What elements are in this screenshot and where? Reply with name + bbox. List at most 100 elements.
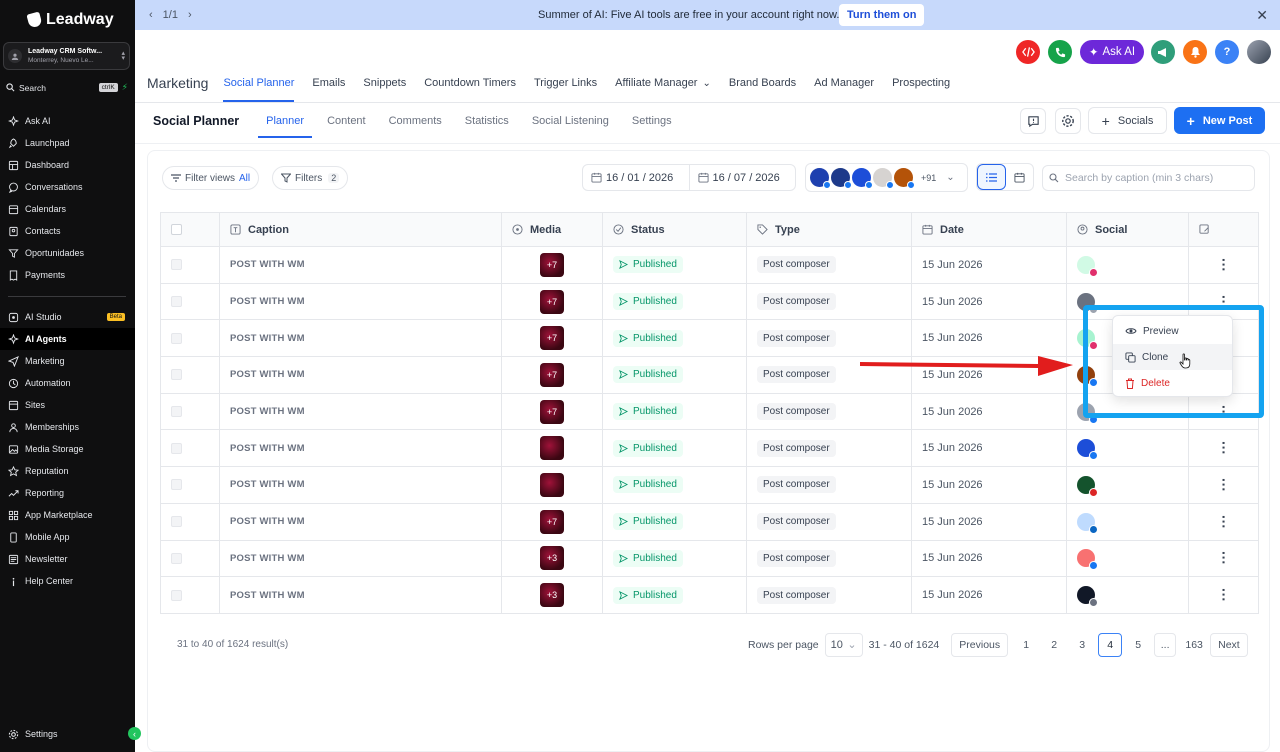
date-from[interactable]: 16 / 01 / 2026 — [583, 165, 689, 190]
date-range-picker[interactable]: 16 / 01 / 2026 16 / 07 / 2026 — [582, 164, 796, 191]
tab-brand-boards[interactable]: Brand Boards — [729, 72, 796, 94]
row-checkbox[interactable] — [171, 442, 182, 454]
page-5[interactable]: 5 — [1126, 633, 1150, 657]
more-vertical-icon[interactable]: ··· — [1216, 441, 1232, 455]
table-row[interactable]: POST WITH WM +7 Published Post composer 15 J… — [160, 503, 1259, 541]
sidebar-item-calendars[interactable]: Calendars — [0, 198, 135, 220]
tab-snippets[interactable]: Snippets — [363, 72, 406, 94]
phone-icon[interactable] — [1048, 40, 1072, 64]
col-status[interactable]: Status — [602, 212, 747, 247]
tab-prospecting[interactable]: Prospecting — [892, 72, 950, 94]
media-thumbnail[interactable]: +3 — [540, 583, 564, 608]
accounts-selector[interactable]: +91 ⌄ — [805, 163, 968, 192]
sidebar-item-oportunidades[interactable]: Oportunidades — [0, 242, 135, 264]
more-vertical-icon[interactable]: ··· — [1216, 588, 1232, 602]
more-vertical-icon[interactable]: ··· — [1216, 551, 1232, 565]
close-icon[interactable]: ✕ — [1256, 7, 1268, 24]
sidebar-item-ask-ai[interactable]: Ask AI — [0, 110, 135, 132]
col-caption[interactable]: Caption — [219, 212, 502, 247]
sidebar-item-automation[interactable]: Automation — [0, 372, 135, 394]
media-thumbnail[interactable]: +7 — [540, 289, 564, 314]
tab-content[interactable]: Content — [327, 110, 366, 132]
filter-views-button[interactable]: Filter views All — [162, 166, 260, 190]
table-row[interactable]: POST WITH WM +7 Published Post composer 15 J… — [160, 246, 1259, 284]
social-account-avatar[interactable] — [1077, 255, 1098, 277]
row-checkbox[interactable] — [171, 552, 182, 564]
col-type[interactable]: Type — [746, 212, 912, 247]
sidebar-item-marketing[interactable]: Marketing — [0, 350, 135, 372]
row-checkbox[interactable] — [171, 259, 182, 271]
col-date[interactable]: Date — [911, 212, 1067, 247]
social-account-avatar[interactable] — [1077, 475, 1098, 497]
list-view-button[interactable] — [977, 164, 1006, 190]
media-thumbnail[interactable] — [540, 436, 564, 461]
tab-comments[interactable]: Comments — [389, 110, 442, 132]
sidebar-item-reporting[interactable]: Reporting — [0, 482, 135, 504]
filters-button[interactable]: Filters 2 — [272, 166, 349, 190]
user-avatar[interactable] — [1247, 40, 1271, 64]
calendar-view-button[interactable] — [1006, 164, 1033, 190]
code-icon[interactable] — [1016, 40, 1040, 64]
tab-statistics[interactable]: Statistics — [465, 110, 509, 132]
select-all-checkbox[interactable] — [171, 224, 182, 235]
sidebar-item-help-center[interactable]: Help Center — [0, 570, 135, 592]
sidebar-item-conversations[interactable]: Conversations — [0, 176, 135, 198]
next-button[interactable]: Next — [1210, 632, 1248, 657]
media-thumbnail[interactable]: +7 — [540, 509, 564, 534]
tab-social-listening[interactable]: Social Listening — [532, 110, 609, 132]
sidebar-item-payments[interactable]: Payments — [0, 264, 135, 286]
row-checkbox[interactable] — [171, 296, 182, 308]
caption-search[interactable] — [1042, 165, 1255, 191]
sidebar-item-dashboard[interactable]: Dashboard — [0, 154, 135, 176]
chevron-left-icon[interactable]: ‹ — [149, 9, 153, 21]
media-thumbnail[interactable]: +7 — [540, 362, 564, 387]
page-ellipsis[interactable]: ... — [1154, 632, 1177, 657]
sidebar-item-media-storage[interactable]: Media Storage — [0, 438, 135, 460]
more-vertical-icon[interactable]: ··· — [1216, 478, 1232, 492]
settings-button[interactable] — [1055, 108, 1081, 134]
help-icon[interactable]: ? — [1215, 40, 1239, 64]
social-account-avatar[interactable] — [1077, 549, 1098, 571]
sidebar-item-memberships[interactable]: Memberships — [0, 416, 135, 438]
page-2[interactable]: 2 — [1042, 633, 1066, 657]
media-thumbnail[interactable] — [540, 472, 564, 497]
tab-emails[interactable]: Emails — [312, 72, 345, 94]
table-row[interactable]: POST WITH WM Published Post composer 15 Jun… — [160, 466, 1259, 504]
social-account-avatar[interactable] — [1077, 586, 1098, 608]
table-row[interactable]: POST WITH WM +3 Published Post composer 15 J… — [160, 576, 1259, 614]
tab-planner[interactable]: Planner — [258, 110, 312, 138]
sidebar-item-sites[interactable]: Sites — [0, 394, 135, 416]
sidebar-item-app-marketplace[interactable]: App Marketplace — [0, 504, 135, 526]
bolt-icon[interactable]: ⚡ — [122, 82, 128, 93]
collapse-sidebar-button[interactable]: ‹ — [128, 727, 141, 740]
sidebar-item-launchpad[interactable]: Launchpad — [0, 132, 135, 154]
row-checkbox[interactable] — [171, 589, 182, 601]
socials-button[interactable]: + Socials — [1088, 107, 1167, 134]
date-to[interactable]: 16 / 07 / 2026 — [688, 165, 796, 190]
media-thumbnail[interactable]: +3 — [540, 546, 564, 571]
tab-ad-manager[interactable]: Ad Manager — [814, 72, 874, 94]
table-row[interactable]: POST WITH WM Published Post composer 15 Jun… — [160, 429, 1259, 468]
turn-them-on-button[interactable]: Turn them on — [839, 4, 925, 26]
row-checkbox[interactable] — [171, 516, 182, 528]
sidebar-item-settings[interactable]: Settings — [0, 723, 135, 745]
megaphone-icon[interactable] — [1151, 40, 1175, 64]
tab-settings[interactable]: Settings — [632, 110, 672, 132]
ask-ai-button[interactable]: ✦ Ask AI — [1080, 40, 1144, 64]
chevron-right-icon[interactable]: › — [188, 9, 192, 21]
col-social[interactable]: Social — [1066, 212, 1189, 247]
sidebar-item-ai-agents[interactable]: AI Agents — [0, 328, 135, 350]
page-4[interactable]: 4 — [1098, 632, 1123, 657]
more-vertical-icon[interactable]: ··· — [1216, 515, 1232, 529]
table-row[interactable]: POST WITH WM +3 Published Post composer 15 J… — [160, 540, 1259, 578]
brand-logo[interactable]: Leadway — [26, 11, 114, 29]
media-thumbnail[interactable]: +7 — [540, 326, 564, 351]
sidebar-item-newsletter[interactable]: Newsletter — [0, 548, 135, 570]
row-checkbox[interactable] — [171, 369, 182, 381]
row-checkbox[interactable] — [171, 332, 182, 344]
page-3[interactable]: 3 — [1070, 633, 1094, 657]
sidebar-item-reputation[interactable]: Reputation — [0, 460, 135, 482]
location-switcher[interactable]: Leadway CRM Softw... Monterrey, Nuevo Le.… — [3, 42, 130, 70]
row-checkbox[interactable] — [171, 479, 182, 491]
col-media[interactable]: Media — [501, 212, 603, 247]
